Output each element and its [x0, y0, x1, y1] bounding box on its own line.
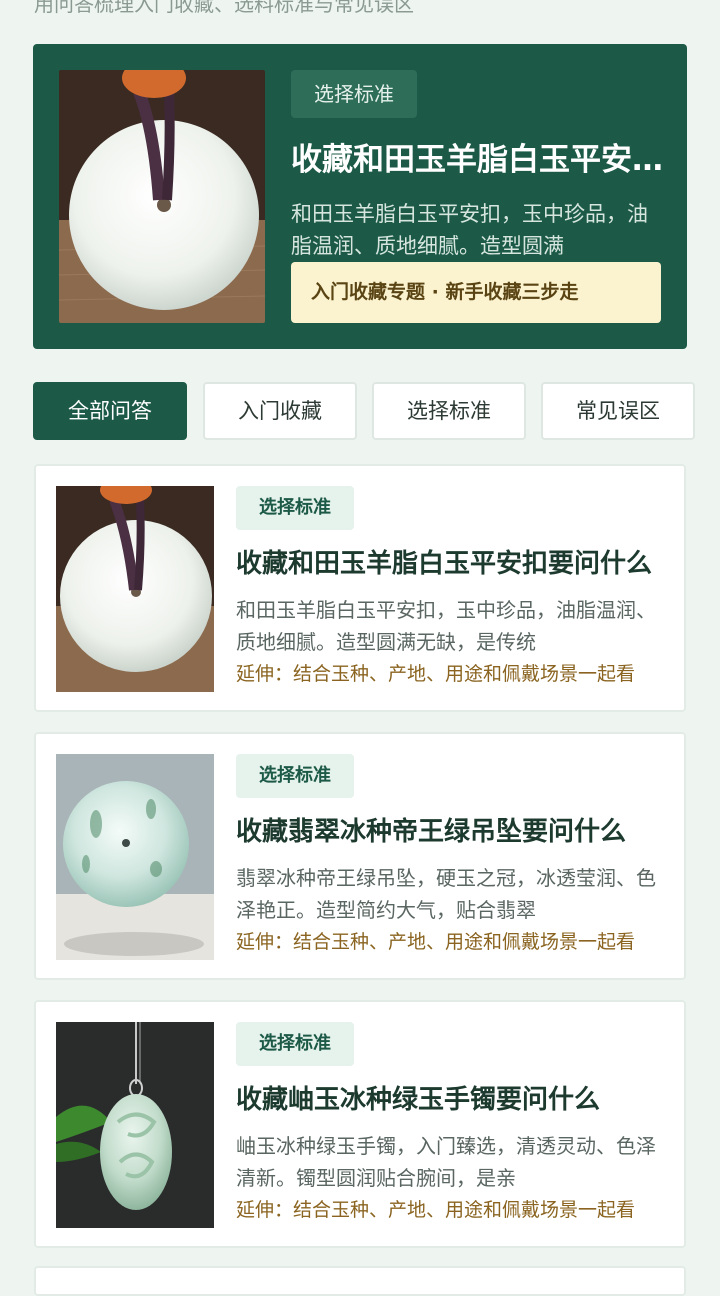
card-extension-note: 延伸：结合玉种、产地、用途和佩戴场景一起看	[236, 663, 636, 685]
hero-category-tag: 选择标准	[291, 70, 417, 118]
qa-card-partial[interactable]	[34, 1266, 686, 1296]
card-title[interactable]: 收藏和田玉羊脂白玉平安扣要问什么	[236, 544, 662, 584]
card-description: 岫玉冰种绿玉手镯，入门臻选，清透灵动、色泽清新。镯型圆润贴合腕间，是亲	[236, 1134, 656, 1190]
qa-card[interactable]: 选择标准 收藏和田玉羊脂白玉平安扣要问什么 和田玉羊脂白玉平安扣，玉中珍品，油脂…	[34, 464, 686, 712]
jadeite-pendant-thumbnail	[56, 754, 214, 960]
tab-mistakes[interactable]: 常见误区	[541, 382, 695, 440]
tab-beginner[interactable]: 入门收藏	[203, 382, 357, 440]
card-extension-note: 延伸：结合玉种、产地、用途和佩戴场景一起看	[236, 1199, 636, 1221]
pingankou-thumbnail	[56, 486, 214, 692]
pingankou-image	[59, 70, 265, 323]
category-tabs: 全部问答 入门收藏 选择标准 常见误区	[33, 382, 695, 440]
qa-card[interactable]: 选择标准 收藏翡翠冰种帝王绿吊坠要问什么 翡翠冰种帝王绿吊坠，硬玉之冠，冰透莹润…	[34, 732, 686, 980]
qa-card[interactable]: 选择标准 收藏岫玉冰种绿玉手镯要问什么 岫玉冰种绿玉手镯，入门臻选，清透灵动、色…	[34, 1000, 686, 1248]
page-subtitle: 用问答梳理入门收藏、选料标准与常见误区	[34, 0, 414, 16]
card-category-tag: 选择标准	[236, 1022, 354, 1066]
card-extension-note: 延伸：结合玉种、产地、用途和佩戴场景一起看	[236, 931, 636, 953]
card-category-tag: 选择标准	[236, 486, 354, 530]
featured-card[interactable]: 选择标准 收藏和田玉羊脂白玉平安扣要问什么 和田玉羊脂白玉平安扣，玉中珍品，油脂…	[33, 44, 687, 349]
hero-description: 和田玉羊脂白玉平安扣，玉中珍品，油脂温润、质地细腻。造型圆满	[291, 202, 648, 258]
tab-all[interactable]: 全部问答	[33, 382, 187, 440]
xiuyan-jade-thumbnail	[56, 1022, 214, 1228]
hero-title[interactable]: 收藏和田玉羊脂白玉平安扣要问什么	[291, 138, 666, 182]
card-description: 和田玉羊脂白玉平安扣，玉中珍品，油脂温润、质地细腻。造型圆满无缺，是传统	[236, 598, 656, 654]
tab-selection[interactable]: 选择标准	[372, 382, 526, 440]
card-title[interactable]: 收藏翡翠冰种帝王绿吊坠要问什么	[236, 812, 662, 852]
topic-banner[interactable]: 入门收藏专题 · 新手收藏三步走	[291, 262, 661, 323]
card-category-tag: 选择标准	[236, 754, 354, 798]
card-description: 翡翠冰种帝王绿吊坠，硬玉之冠，冰透莹润、色泽艳正。造型简约大气，贴合翡翠	[236, 866, 656, 922]
card-title[interactable]: 收藏岫玉冰种绿玉手镯要问什么	[236, 1080, 662, 1120]
